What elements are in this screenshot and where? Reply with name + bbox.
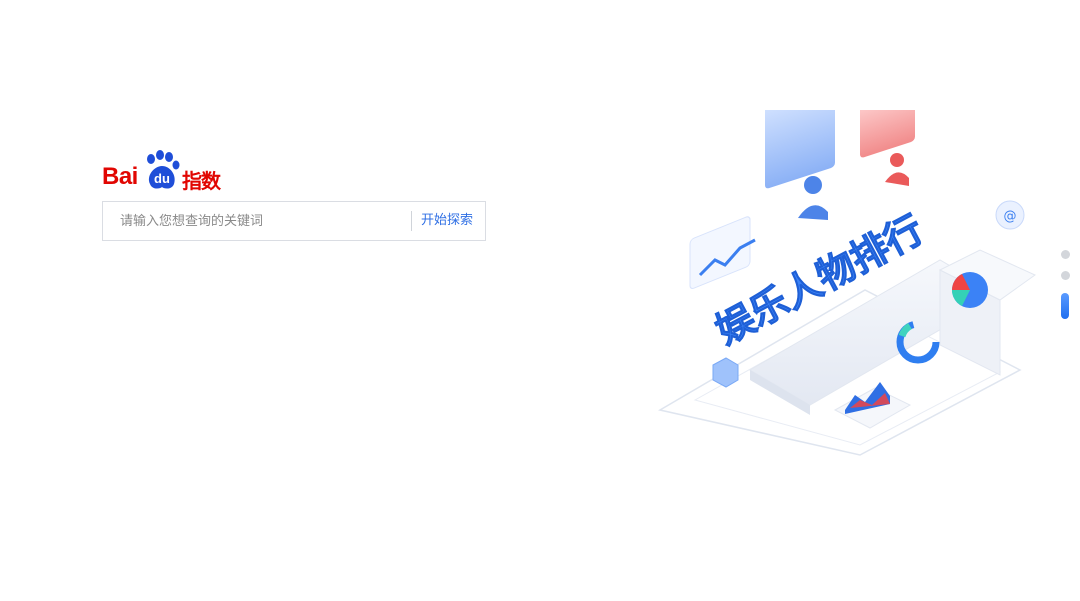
red-person-body [885,172,909,186]
paw-icon: du [147,150,180,189]
logo-du-text: du [154,171,170,186]
red-person-card [860,110,915,158]
small-cube [712,357,739,388]
baidu-index-logo[interactable]: Bai du 指数 [102,150,232,193]
carousel-dot-3-active[interactable] [1061,293,1069,319]
search-bubble-symbol: @ [1004,209,1017,224]
blue-person-card [765,110,835,189]
start-explore-button[interactable]: 开始探索 [421,202,473,240]
logo-zhishu-text: 指数 [182,169,221,193]
hero-illustration[interactable]: @ 娱乐人物排行 [640,110,1040,470]
search-input[interactable] [103,202,403,240]
logo-bai-text: Bai [102,163,138,190]
carousel-indicator [1060,250,1072,322]
search-box: 开始探索 [102,201,486,241]
blue-person-head [804,176,822,194]
carousel-dot-1[interactable] [1061,250,1070,259]
carousel-dot-2[interactable] [1061,271,1070,280]
line-chart-card [689,216,751,290]
search-divider [411,211,412,231]
red-person-head [890,153,904,167]
blue-person-body [798,205,828,220]
